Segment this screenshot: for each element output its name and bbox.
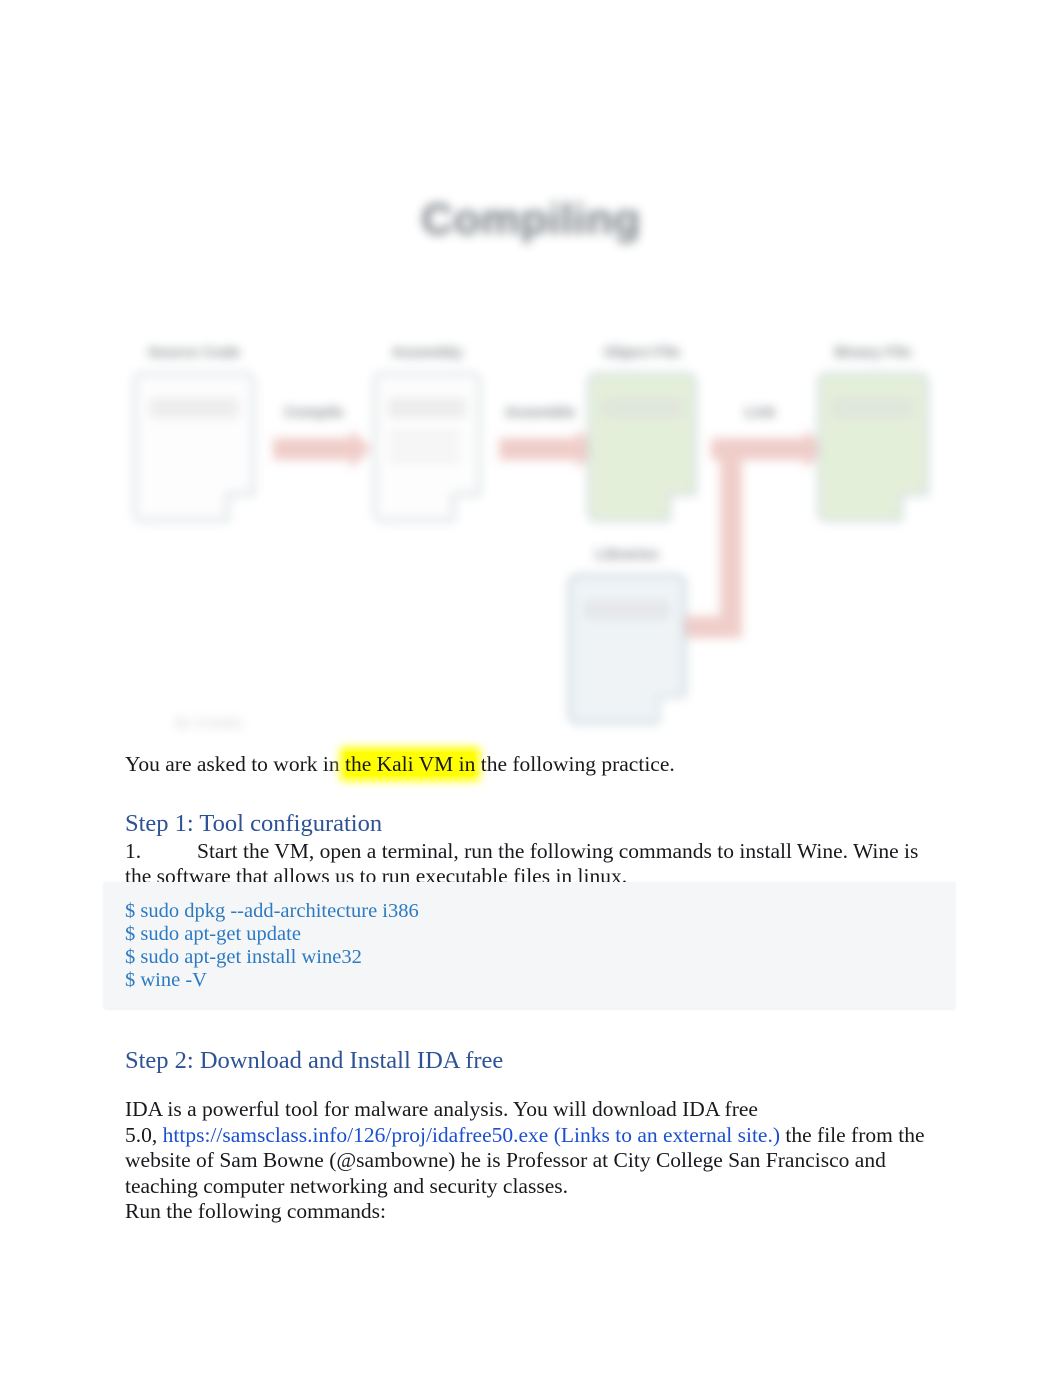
command-line: $ sudo apt-get install wine32: [125, 946, 362, 968]
document-shape: [133, 372, 255, 522]
diagram-node-assembly: Assembly: [373, 344, 481, 522]
diagram-node-binary-file: Binary File: [817, 344, 929, 522]
arrow-head-icon: [351, 429, 371, 469]
shape-band: [388, 398, 466, 419]
node-caption: Object File: [603, 344, 681, 361]
document-shape: [568, 574, 686, 724]
intro-after: the following practice.: [475, 752, 675, 776]
run-commands-paragraph: Run the following commands:: [125, 1199, 386, 1223]
diagram-title: Compiling: [421, 195, 641, 244]
step-2-text-a: IDA is a powerful tool for malware analy…: [125, 1097, 758, 1121]
diagram-arrow-compile: Compile: [273, 404, 371, 469]
document-shape: [587, 372, 697, 522]
step-2-text-prefix: 5.0,: [125, 1122, 163, 1147]
step-2-paragraph: IDA is a powerful tool for malware analy…: [125, 1097, 940, 1199]
document-shape: [817, 372, 929, 522]
diagram-node-source-code: Source Code: [133, 344, 255, 522]
document-body: You are asked to work in the Kali VM in …: [125, 752, 940, 890]
arrow-label: Link: [744, 404, 776, 421]
shape-band: [584, 600, 670, 621]
command-code-block: $ sudo dpkg --add-architecture i386 $ su…: [104, 882, 955, 1008]
node-caption: Source Code: [147, 344, 241, 361]
node-caption: Assembly: [391, 344, 463, 361]
intro-before: You are asked to work in: [125, 752, 345, 776]
kali-vm-highlight: the Kali VM in: [344, 752, 476, 776]
command-line: $ sudo dpkg --add-architecture i386: [125, 900, 419, 922]
diagram-arrow-assemble: Assemble: [499, 404, 597, 469]
diagram-credit: By Creately: [175, 715, 243, 730]
step-2-heading: Step 2: Download and Install IDA free: [125, 1047, 504, 1074]
diagram-node-libraries: Libraries: [568, 546, 686, 724]
external-site-note: (Links to an external site.): [548, 1122, 781, 1147]
idafree-download-link[interactable]: https://samsclass.info/126/proj/idafree5…: [163, 1123, 549, 1147]
diagram-node-object-file: Object File: [587, 344, 697, 522]
node-caption: Libraries: [595, 546, 659, 563]
diagram-corner-mark: ·: [893, 712, 899, 729]
diagram-link-stem: [720, 450, 742, 638]
step-1-text: Start the VM, open a terminal, run the f…: [125, 838, 919, 889]
command-line: $ sudo apt-get update: [125, 923, 301, 945]
arrow-label: Assemble: [504, 404, 576, 421]
compiling-diagram: Compiling Source Code Compile Assembly A…: [125, 150, 937, 750]
shape-band: [149, 398, 239, 419]
intro-paragraph: You are asked to work in the Kali VM in …: [125, 752, 940, 778]
node-caption: Binary File: [834, 344, 912, 361]
document-page: Compiling Source Code Compile Assembly A…: [0, 0, 1062, 1376]
command-line: $ wine -V: [125, 969, 207, 991]
list-number: 1.: [125, 838, 142, 863]
arrow-label: Compile: [284, 404, 344, 421]
shape-lines: [388, 432, 460, 437]
document-shape: [373, 372, 481, 522]
shape-band: [602, 398, 682, 419]
shape-band: [832, 398, 914, 419]
step-1-heading: Step 1: Tool configuration: [125, 809, 383, 837]
document-body-lower: Step 2: Download and Install IDA free ID…: [125, 1046, 940, 1225]
